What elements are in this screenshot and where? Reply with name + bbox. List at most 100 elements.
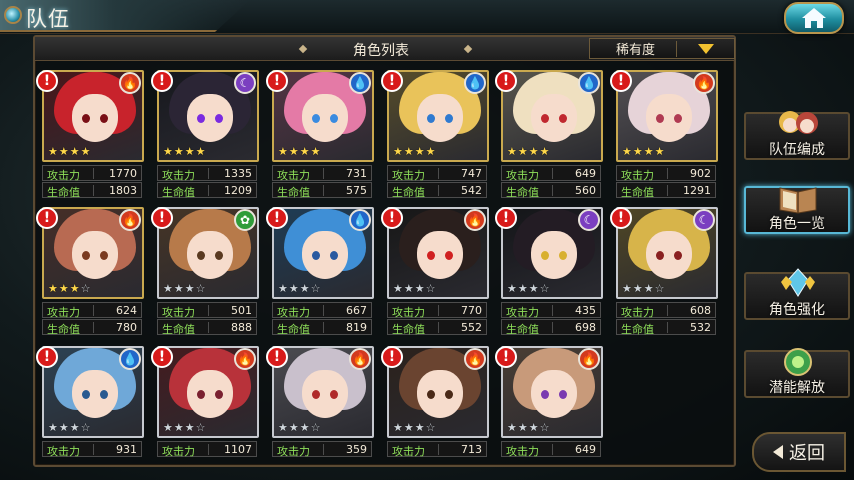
- attack-stat: 攻击力 359: [272, 441, 372, 458]
- character-card[interactable]: ★ ★ ★ ☆ ! 🔥 攻击力 624 生命值 780: [33, 173, 145, 336]
- rarity-star-icon: ☆: [425, 421, 436, 434]
- rarity-star-icon: ☆: [310, 282, 321, 295]
- portrait-face: [302, 94, 348, 142]
- attack-value: 608: [690, 304, 711, 317]
- rarity-star-icon: ★: [299, 282, 310, 295]
- character-card[interactable]: ★ ★ ★ ☆ ! 🔥 攻击力 713: [378, 312, 490, 458]
- rarity-star-icon: ★: [80, 145, 91, 158]
- attack-label: 攻击力: [162, 445, 195, 458]
- portrait-eye: [100, 114, 108, 123]
- fire-element-icon: 🔥: [578, 348, 600, 370]
- rarity-star-icon: ★: [173, 145, 184, 158]
- attack-stat: 攻击力 931: [42, 441, 142, 458]
- rarity-star-icon: ★: [58, 421, 69, 434]
- rarity-star-icon: ☆: [195, 421, 206, 434]
- portrait-eye: [330, 114, 338, 123]
- dark-element-icon: ☾: [693, 209, 715, 231]
- rarity-stars: ★ ★ ★ ☆: [507, 422, 550, 433]
- menu-label: 角色一览: [769, 216, 825, 232]
- rarity-star-icon: ★: [69, 282, 80, 295]
- rarity-star-icon: ★: [425, 145, 436, 158]
- rarity-star-icon: ★: [517, 282, 528, 295]
- portrait-eye: [312, 251, 320, 260]
- character-card[interactable]: ★ ★ ★ ☆ ! ☾ 攻击力 435 生命值 698: [492, 173, 604, 336]
- team-formation-button[interactable]: 队伍编成: [744, 111, 850, 160]
- rarity-stars: ★ ★ ★ ☆: [622, 283, 665, 294]
- rarity-star-icon: ★: [48, 282, 58, 295]
- crystal-icon: [781, 268, 815, 297]
- alert-badge-icon: !: [495, 207, 517, 229]
- alert-badge-icon: !: [610, 70, 632, 92]
- attack-stat: 攻击力 713: [387, 441, 487, 458]
- rarity-star-icon: ★: [163, 421, 173, 434]
- portrait-eye: [100, 390, 108, 399]
- character-card[interactable]: ★ ★ ★ ☆ ! 🔥 攻击力 359: [263, 312, 375, 458]
- rarity-star-icon: ★: [632, 282, 643, 295]
- rarity-star-icon: ★: [414, 145, 425, 158]
- attack-value: 931: [116, 443, 137, 456]
- portrait-face: [417, 94, 463, 142]
- rarity-star-icon: ★: [539, 145, 550, 158]
- back-label: 返回: [789, 443, 825, 464]
- fire-element-icon: 🔥: [234, 348, 256, 370]
- fire-element-icon: 🔥: [464, 209, 486, 231]
- character-card[interactable]: ★ ★ ★ ★ ! 💧 攻击力 649 生命值 560: [492, 36, 604, 199]
- character-card[interactable]: ★ ★ ★ ☆ ! 💧 攻击力 667 生命值 819: [263, 173, 375, 336]
- home-button[interactable]: [784, 2, 844, 34]
- rarity-star-icon: ★: [393, 421, 403, 434]
- rarity-star-icon: ★: [654, 145, 665, 158]
- portrait-face: [187, 231, 233, 279]
- hp-stat: 生命值 532: [616, 319, 716, 336]
- rarity-stars: ★ ★ ★ ★: [48, 146, 91, 157]
- portrait-face: [417, 370, 463, 418]
- rarity-star-icon: ★: [393, 145, 403, 158]
- rarity-star-icon: ★: [163, 145, 173, 158]
- rarity-stars: ★ ★ ★ ☆: [48, 422, 91, 433]
- character-card[interactable]: ★ ★ ★ ★ ! 🔥 攻击力 1770 生命值 1803: [33, 36, 145, 199]
- alert-badge-icon: !: [36, 346, 58, 368]
- portrait-eye: [559, 251, 567, 260]
- water-element-icon: 💧: [578, 72, 600, 94]
- stat-divider: [552, 444, 553, 455]
- page-title: 队伍: [26, 7, 70, 31]
- portrait-face: [72, 370, 118, 418]
- portrait-face: [302, 370, 348, 418]
- character-card[interactable]: ★ ★ ★ ☆ ! ☾ 攻击力 608 生命值 532: [607, 173, 719, 336]
- character-card[interactable]: ★ ★ ★ ☆ ! ✿ 攻击力 501 生命值 888: [148, 173, 260, 336]
- attack-stat: 攻击力 1107: [157, 441, 257, 458]
- character-card[interactable]: ★ ★ ★ ★ ! 💧 攻击力 747 生命值 542: [378, 36, 490, 199]
- character-card[interactable]: ★ ★ ★ ★ ! 💧 攻击力 731 生命值 575: [263, 36, 375, 199]
- rarity-star-icon: ★: [517, 145, 528, 158]
- rarity-stars: ★ ★ ★ ☆: [393, 283, 436, 294]
- potential-release-button[interactable]: 潜能解放: [744, 348, 850, 398]
- rarity-star-icon: ★: [403, 282, 414, 295]
- rarity-star-icon: ★: [622, 145, 632, 158]
- attack-stat: 攻击力 649: [501, 441, 601, 458]
- rarity-star-icon: ★: [58, 145, 69, 158]
- alert-badge-icon: !: [151, 70, 173, 92]
- stat-divider: [438, 444, 439, 455]
- character-enhance-button[interactable]: 角色强化: [744, 268, 850, 320]
- rarity-star-icon: ★: [528, 421, 539, 434]
- back-button[interactable]: 返回: [752, 432, 846, 472]
- character-card[interactable]: ★ ★ ★ ☆ ! 🔥 攻击力 770 生命值 552: [378, 173, 490, 336]
- rarity-star-icon: ★: [643, 282, 654, 295]
- rarity-star-icon: ★: [528, 145, 539, 158]
- rarity-star-icon: ☆: [80, 282, 91, 295]
- dark-element-icon: ☾: [234, 72, 256, 94]
- character-card[interactable]: ★ ★ ★ ☆ ! 💧 攻击力 931: [33, 312, 145, 458]
- portrait-eye: [445, 114, 453, 123]
- rarity-star-icon: ★: [278, 282, 288, 295]
- character-card[interactable]: ★ ★ ★ ☆ ! 🔥 攻击力 1107: [148, 312, 260, 458]
- character-card[interactable]: ★ ★ ★ ☆ ! 🔥 攻击力 649: [492, 312, 604, 458]
- menu-label: 潜能解放: [769, 380, 825, 396]
- rarity-stars: ★ ★ ★ ☆: [278, 422, 321, 433]
- attack-stat: 攻击力 608: [616, 302, 716, 319]
- rarity-stars: ★ ★ ★ ☆: [507, 283, 550, 294]
- top-bar: 队伍: [0, 0, 854, 34]
- portrait-eye: [656, 251, 664, 260]
- character-list-button[interactable]: 角色一览: [744, 186, 850, 234]
- character-card[interactable]: ★ ★ ★ ★ ! ☾ 攻击力 1335 生命值 1209: [148, 36, 260, 199]
- rarity-stars: ★ ★ ★ ☆: [48, 283, 91, 294]
- character-card[interactable]: ★ ★ ★ ★ ! 🔥 攻击力 902 生命值 1291: [607, 36, 719, 199]
